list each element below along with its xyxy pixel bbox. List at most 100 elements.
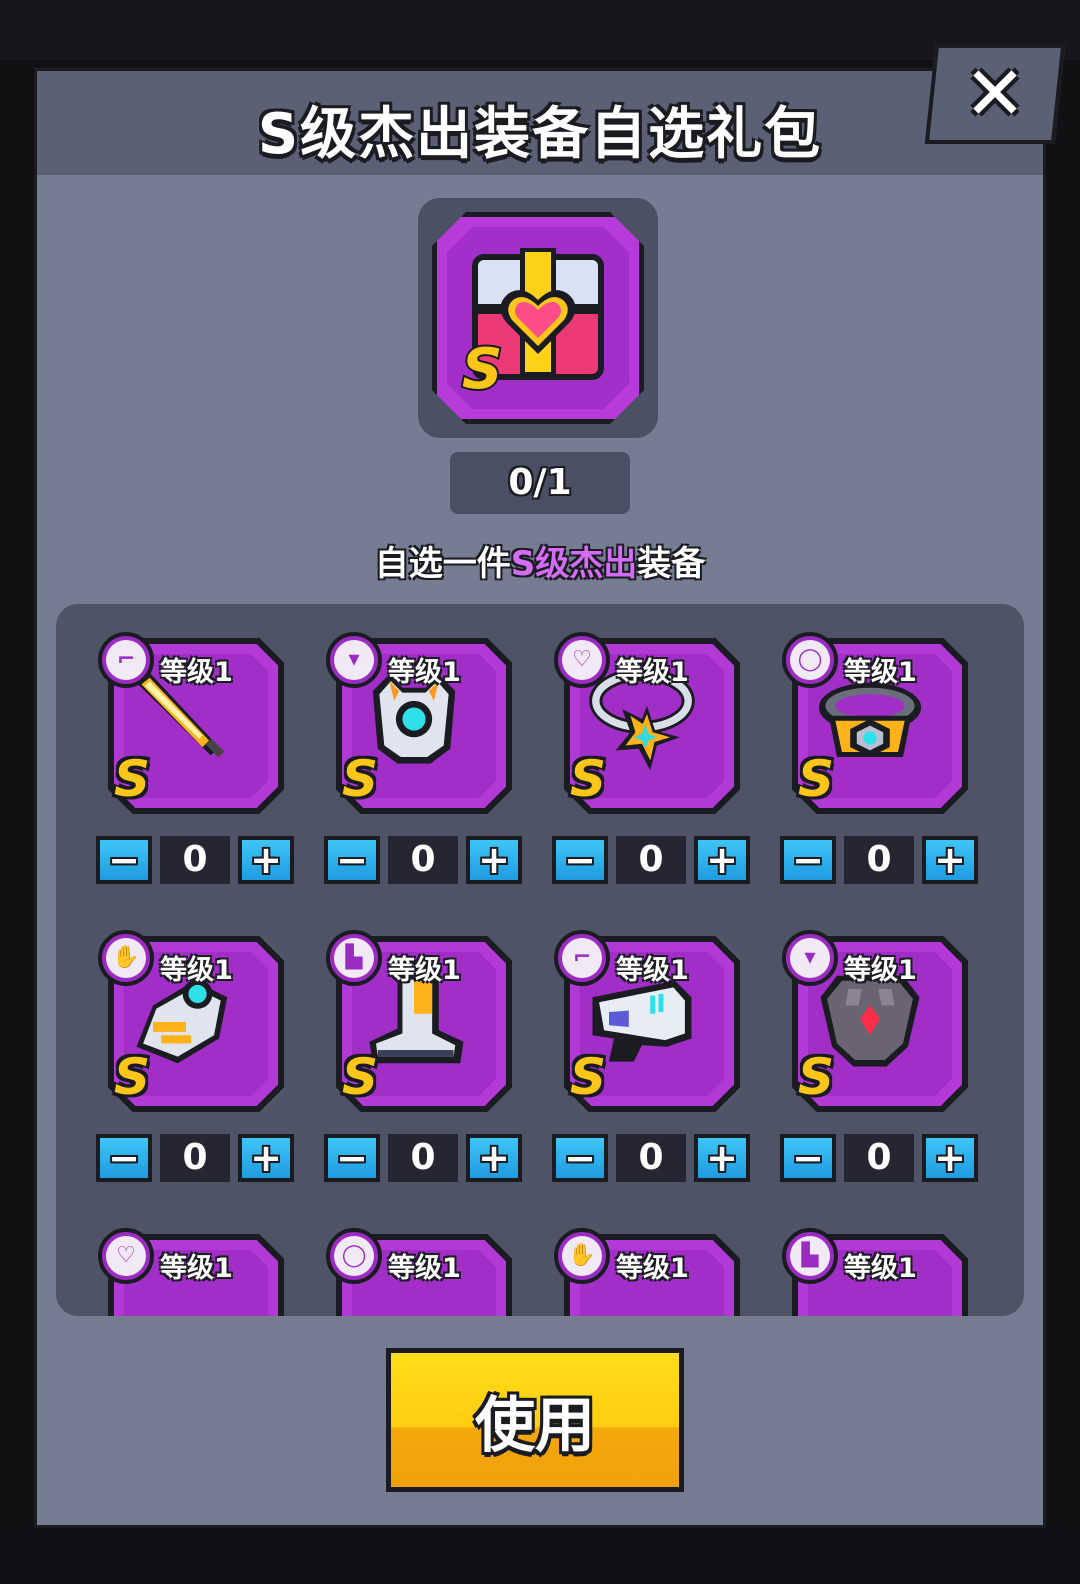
plus-button[interactable]: + <box>466 1134 522 1182</box>
gun-slot-icon: ⌐ <box>554 930 610 986</box>
minus-icon: − <box>336 1136 368 1180</box>
subtitle-suffix: 装备 <box>637 544 706 584</box>
equipment-item[interactable]: ▾ 等级1 S −0 + <box>324 632 524 898</box>
item-rank: S <box>798 1048 835 1106</box>
minus-button[interactable]: − <box>552 836 608 884</box>
minus-icon: − <box>336 838 368 882</box>
quantity-stepper: −0 + <box>780 1134 980 1182</box>
item-level: 等级1 <box>160 1253 233 1284</box>
equipment-item[interactable]: ♡等级1S−0+ <box>552 632 752 898</box>
equipment-item[interactable]: ♡等级1S−0+ <box>96 1228 296 1316</box>
item-level: 等级1 <box>844 955 917 986</box>
plus-icon: + <box>706 838 738 882</box>
background-hud-top <box>0 0 1080 60</box>
equipment-item[interactable]: ⌐ 等级1 S −0 + <box>96 632 296 898</box>
equipment-item[interactable]: ◯等级1S−0+ <box>324 1228 524 1316</box>
plus-button[interactable]: + <box>922 836 978 884</box>
plus-button[interactable]: + <box>238 1134 294 1182</box>
quantity-value: 0 <box>616 836 686 884</box>
close-icon: ✕ <box>963 51 1026 137</box>
minus-button[interactable]: − <box>324 836 380 884</box>
plus-icon: + <box>706 1136 738 1180</box>
plus-icon: + <box>478 1136 510 1180</box>
pack-rank: S <box>462 337 502 398</box>
close-button[interactable]: ✕ <box>924 44 1066 144</box>
item-level: 等级1 <box>616 955 689 986</box>
use-button[interactable]: 使用 <box>386 1348 684 1492</box>
plus-icon: + <box>478 838 510 882</box>
equipment-item[interactable]: ✋等级1S−0+ <box>96 930 296 1196</box>
plus-icon: + <box>934 1136 966 1180</box>
quantity-stepper: −0 + <box>96 1134 296 1182</box>
equipment-item[interactable]: ▙等级1 S −0 + <box>324 930 524 1196</box>
minus-button[interactable]: − <box>324 1134 380 1182</box>
belt-slot-icon: ◯ <box>326 1228 382 1284</box>
plus-button[interactable]: + <box>694 836 750 884</box>
pack-icon-frame: S <box>418 198 658 438</box>
plus-icon: + <box>250 1136 282 1180</box>
belt-slot-icon: ◯ <box>782 632 838 688</box>
item-rank: S <box>342 750 379 808</box>
item-level: 等级1 <box>388 955 461 986</box>
subtitle: 自选一件S级杰出装备 <box>0 536 1080 585</box>
plus-button[interactable]: + <box>694 1134 750 1182</box>
item-rank: S <box>342 1048 379 1106</box>
minus-icon: − <box>564 1136 596 1180</box>
quantity-stepper: −0 + <box>780 836 980 884</box>
armor-slot-icon: ▾ <box>782 930 838 986</box>
minus-button[interactable]: − <box>552 1134 608 1182</box>
minus-icon: − <box>792 1136 824 1180</box>
quantity-value: 0 <box>388 1134 458 1182</box>
item-level: 等级1 <box>616 1253 689 1284</box>
minus-button[interactable]: − <box>780 836 836 884</box>
necklace-slot-icon: ♡ <box>554 632 610 688</box>
subtitle-highlight: S级杰出 <box>510 544 638 584</box>
use-button-label: 使用 <box>475 1390 595 1461</box>
minus-icon: − <box>108 1136 140 1180</box>
necklace-slot-icon: ♡ <box>98 1228 154 1284</box>
item-rank: S <box>114 1048 151 1106</box>
minus-button[interactable]: − <box>96 1134 152 1182</box>
glove-slot-icon: ✋ <box>554 1228 610 1284</box>
quantity-stepper: −0 + <box>552 1134 752 1182</box>
plus-button[interactable]: + <box>238 836 294 884</box>
minus-icon: − <box>108 838 140 882</box>
minus-button[interactable]: − <box>780 1134 836 1182</box>
item-rank: S <box>114 750 151 808</box>
pack-count: 0/1 <box>450 452 630 514</box>
quantity-stepper: −0 + <box>324 1134 524 1182</box>
background-hud-bottom <box>0 1528 1080 1584</box>
plus-icon: + <box>250 838 282 882</box>
equipment-item[interactable]: ✋等级1S−0+ <box>552 1228 752 1316</box>
quantity-value: 0 <box>388 836 458 884</box>
item-level: 等级1 <box>388 657 461 688</box>
item-rank: S <box>570 750 607 808</box>
equipment-item[interactable]: ⌐ 等级1 S −0 + <box>552 930 752 1196</box>
boots-slot-icon: ▙ <box>326 930 382 986</box>
quantity-value: 0 <box>844 1134 914 1182</box>
plus-button[interactable]: + <box>922 1134 978 1182</box>
armor-slot-icon: ▾ <box>326 632 382 688</box>
quantity-value: 0 <box>844 836 914 884</box>
quantity-stepper: −0 + <box>552 836 752 884</box>
plus-icon: + <box>934 838 966 882</box>
item-rank: S <box>570 1048 607 1106</box>
modal-title-bar: S级杰出装备自选礼包 <box>37 71 1043 175</box>
quantity-stepper: −0 + <box>96 836 296 884</box>
gun-slot-icon: ⌐ <box>98 632 154 688</box>
item-rank: S <box>798 750 835 808</box>
equipment-grid: ⌐ 等级1 S −0 + ▾ 等级1 S −0 + ♡ 等级1 S −0 + ◯ 等级1 S −0 + ✋ 等级1 S −0 +… <box>56 604 1024 1316</box>
boots-slot-icon: ▙ <box>782 1228 838 1284</box>
quantity-value: 0 <box>616 1134 686 1182</box>
quantity-stepper: −0 + <box>324 836 524 884</box>
equipment-item[interactable]: ◯等级1S−0+ <box>780 632 980 898</box>
modal-title: S级杰出装备自选礼包 <box>257 102 823 167</box>
equipment-item[interactable]: ▙等级1S−0+ <box>780 1228 980 1316</box>
equipment-item[interactable]: ▾ 等级1 S −0 + <box>780 930 980 1196</box>
treasure-chest-heart-icon: S <box>460 248 604 398</box>
plus-button[interactable]: + <box>466 836 522 884</box>
item-level: 等级1 <box>160 657 233 688</box>
minus-button[interactable]: − <box>96 836 152 884</box>
quantity-value: 0 <box>160 1134 230 1182</box>
item-level: 等级1 <box>160 955 233 986</box>
